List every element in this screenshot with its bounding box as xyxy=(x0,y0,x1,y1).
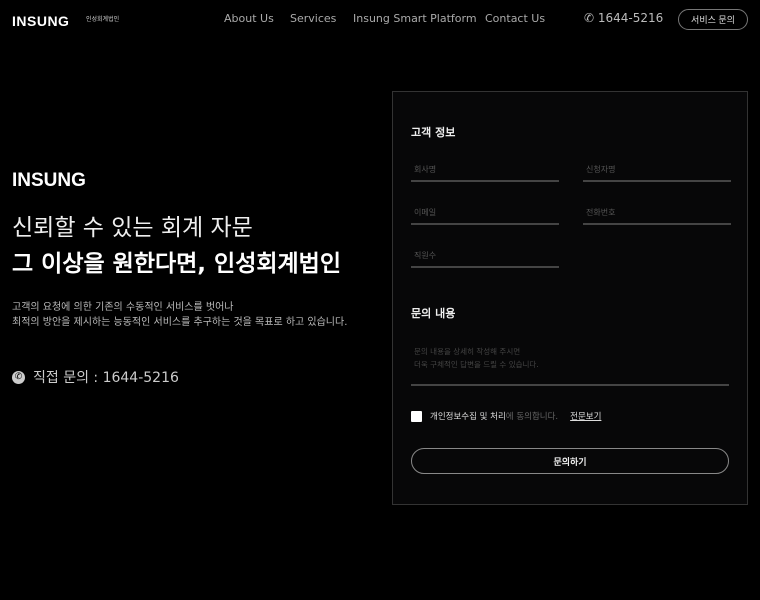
nav-services[interactable]: Services xyxy=(290,12,336,25)
desc-line: 최적의 방안을 제시하는 능동적인 서비스를 추구하는 것을 목표로 하고 있습… xyxy=(12,317,348,328)
consent-row: 개인정보수집 및 처리에 동의합니다. 전문보기 xyxy=(411,410,601,422)
consent-checkbox[interactable] xyxy=(411,410,422,422)
direct-contact[interactable]: ✆ 직접 문의 : 1644-5216 xyxy=(12,367,179,387)
service-inquiry-button[interactable]: 서비스 문의 xyxy=(678,9,748,30)
logo-subtitle: 인성회계법인 xyxy=(86,16,120,23)
phone-icon: ✆ xyxy=(584,11,598,25)
inquiry-form: 고객 정보 회사명 신청자명 이메일 전화번호 직원수 문의 내용 문의 내용을… xyxy=(392,91,748,505)
applicant-field[interactable]: 신청자명 xyxy=(583,164,731,182)
phone-field[interactable]: 전화번호 xyxy=(583,207,731,225)
consent-rest: 에 동의합니다. xyxy=(505,412,559,422)
nav-contact[interactable]: Contact Us xyxy=(485,12,545,25)
phone-icon: ✆ xyxy=(12,370,25,384)
desc-line: 고객의 요청에 의한 기존의 수동적인 서비스를 벗어나 xyxy=(12,302,234,313)
nav-platform[interactable]: Insung Smart Platform xyxy=(353,12,477,25)
hero-title-line1: 신뢰할 수 있는 회계 자문 xyxy=(12,215,253,241)
inquiry-textarea[interactable]: 문의 내용을 상세히 작성해 주시면 더욱 구체적인 답변을 드릴 수 있습니다… xyxy=(411,342,729,386)
header-phone[interactable]: ✆ 1644-5216 xyxy=(584,11,663,25)
customer-info-title: 고객 정보 xyxy=(411,126,456,139)
phone-number: 1644-5216 xyxy=(597,11,664,25)
company-field[interactable]: 회사명 xyxy=(411,164,559,182)
hero-description: 고객의 요청에 의한 기존의 수동적인 서비스를 벗어나최적의 방안을 제시하는… xyxy=(12,300,347,330)
hero-title-line2: 그 이상을 원한다면, 인성회계법인 xyxy=(12,251,341,277)
employees-field[interactable]: 직원수 xyxy=(411,250,559,268)
logo[interactable]: INSUNG xyxy=(12,13,69,29)
hero-logo: INSUNG xyxy=(12,170,86,191)
contact-text: 직접 문의 : 1644-5216 xyxy=(33,370,179,386)
inquiry-title: 문의 내용 xyxy=(411,307,456,320)
submit-button[interactable]: 문의하기 xyxy=(411,448,729,474)
view-full-link[interactable]: 전문보기 xyxy=(570,410,601,422)
email-field[interactable]: 이메일 xyxy=(411,207,559,225)
nav-about[interactable]: About Us xyxy=(224,12,274,25)
consent-strong: 개인정보수집 및 처리 xyxy=(430,412,506,422)
